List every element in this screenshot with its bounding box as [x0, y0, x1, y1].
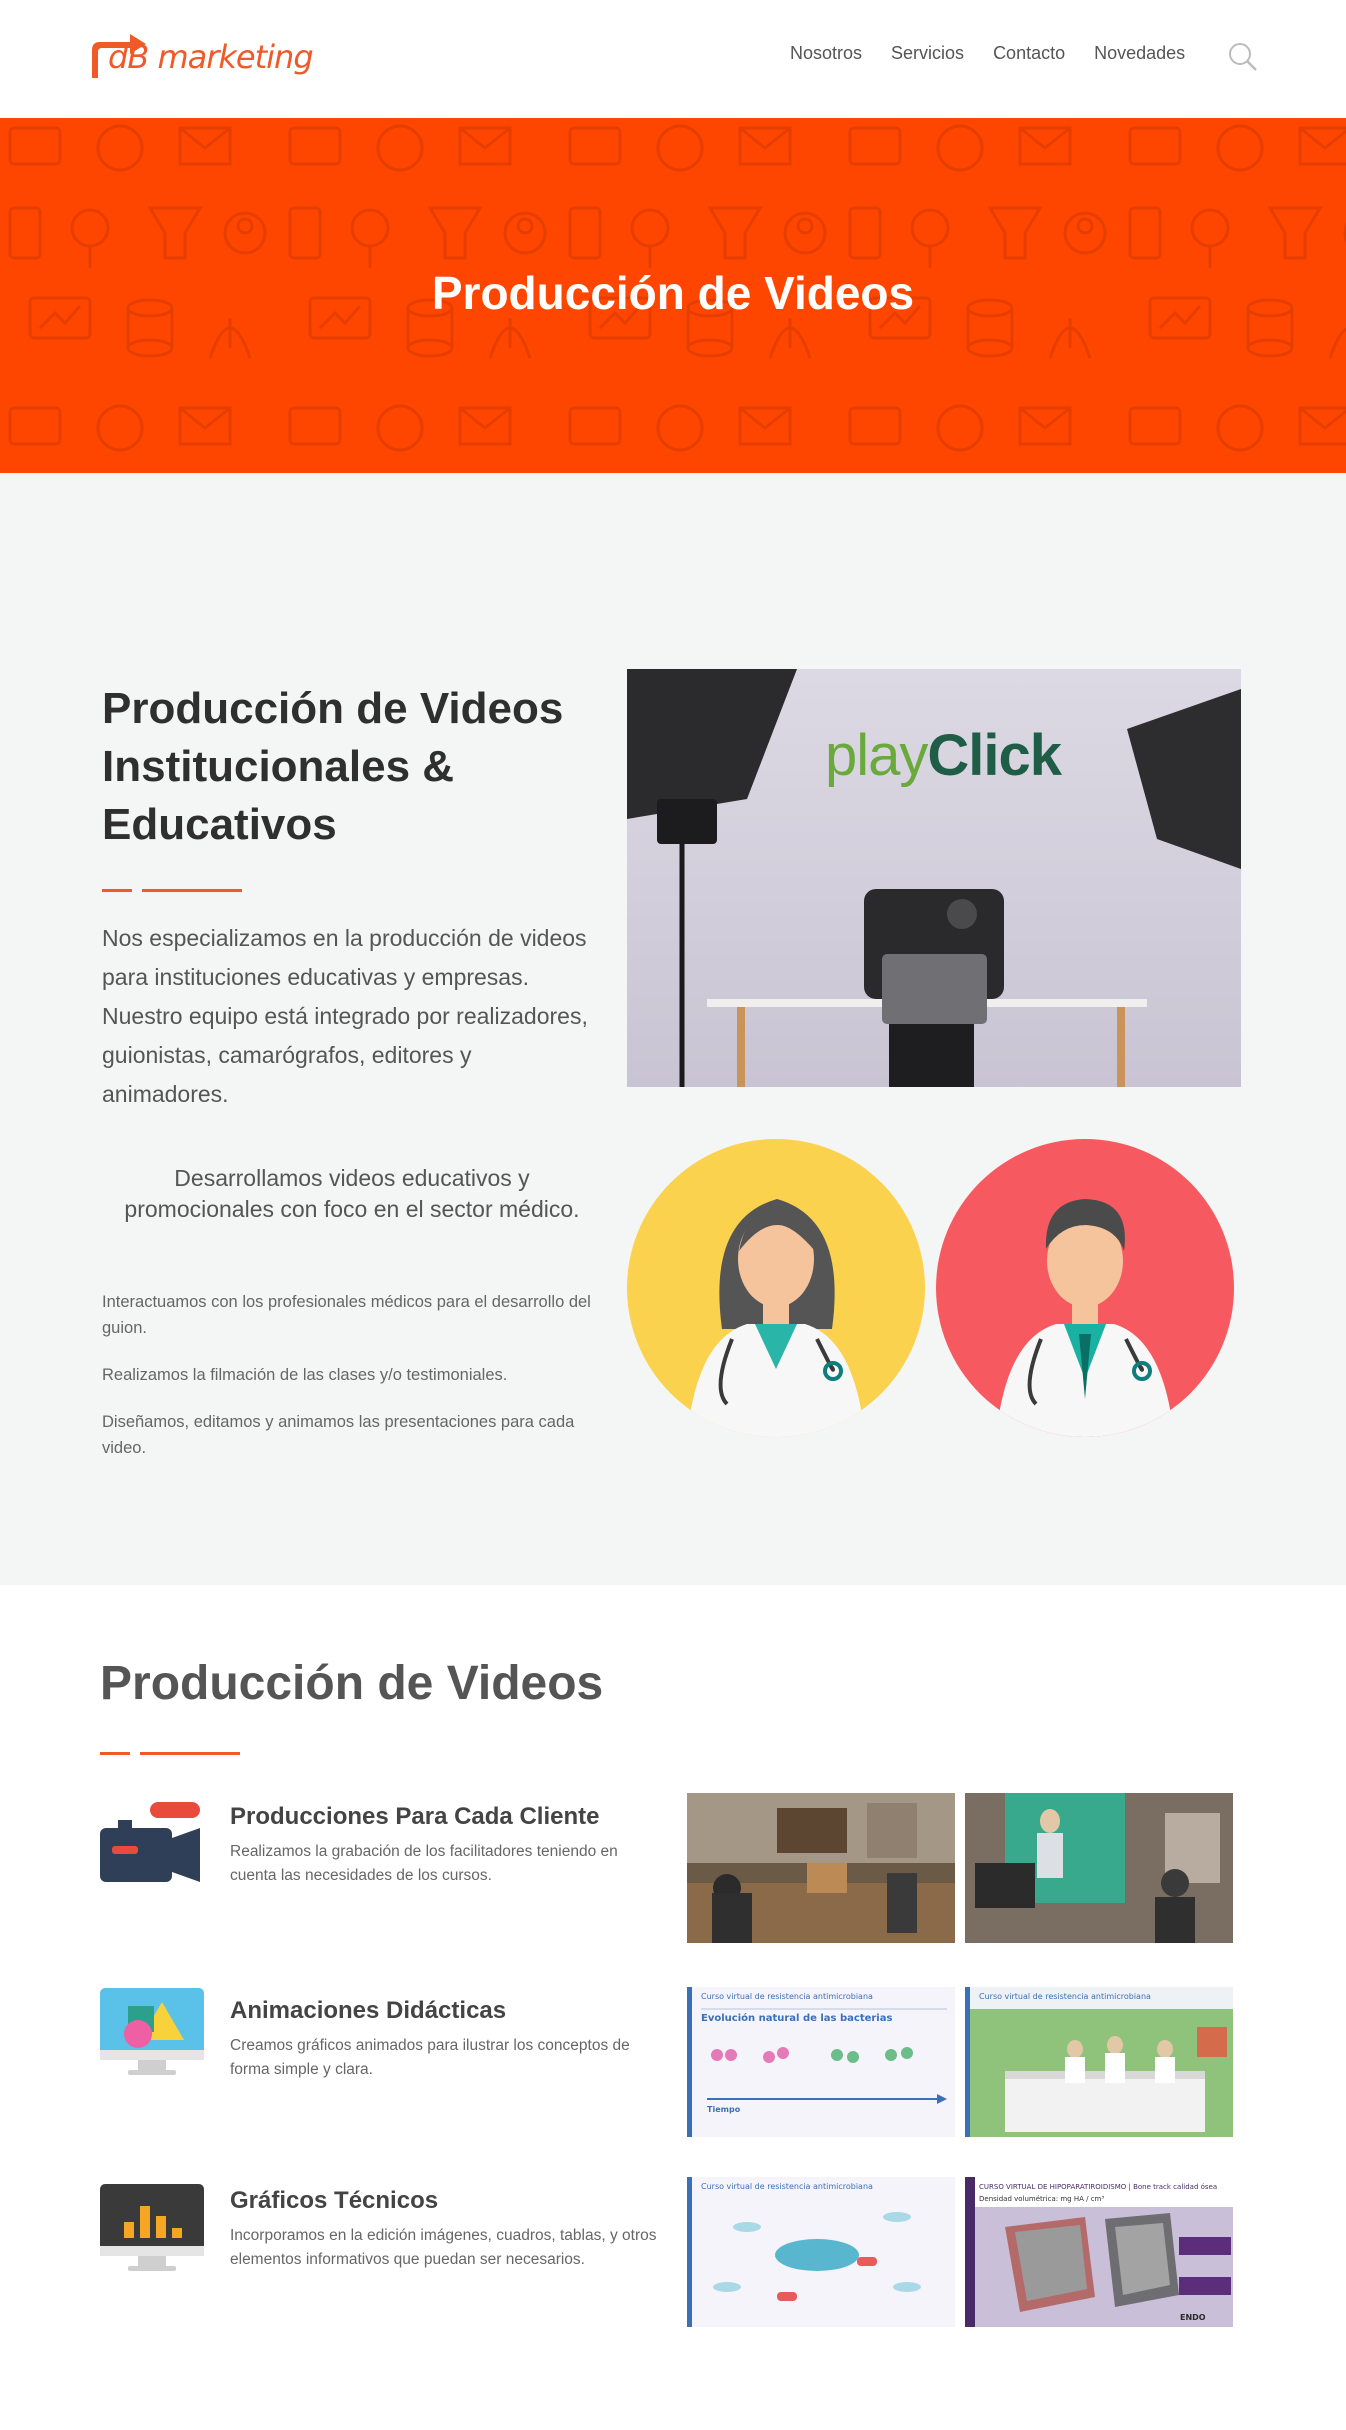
playclick-logo: playClick: [825, 722, 1062, 789]
monitor-shapes-icon: [100, 1988, 204, 2075]
nav-servicios[interactable]: Servicios: [891, 43, 964, 64]
hero-title: Producción de Videos: [431, 267, 915, 319]
title-divider-short: [102, 889, 132, 892]
thumb-bone-density: CURSO VIRTUAL DE HIPOPARATIROIDISMO | Bo…: [965, 2177, 1233, 2327]
feature-desc-2: Creamos gráficos animados para ilustrar …: [230, 2037, 630, 2078]
thumb-endo-label: ENDO: [1180, 2313, 1206, 2322]
intro-point-1: Interactuamos con los profesionales médi…: [102, 1293, 591, 1337]
thumb-shooting-greenscreen: [965, 1793, 1233, 1943]
title-divider-long: [142, 889, 242, 892]
feature-title-1: Producciones Para Cada Cliente: [230, 1803, 600, 1830]
thumb-lab-scene: Curso virtual de resistencia antimicrobi…: [965, 1987, 1233, 2137]
thumb-course-label-1: Curso virtual de resistencia antimicrobi…: [701, 1992, 873, 2001]
thumb-bacteria-evolution: Curso virtual de resistencia antimicrobi…: [687, 1987, 955, 2137]
monitor-chart-icon: [100, 2184, 204, 2271]
feature-desc-3: Incorporamos en la edición imágenes, cua…: [230, 2227, 657, 2268]
feature-title-3: Gráficos Técnicos: [230, 2187, 439, 2214]
logo-text[interactable]: dB marketing: [108, 38, 314, 76]
doctor-female-avatar: [627, 1139, 925, 1437]
thumb-bacteria-illustration: Curso virtual de resistencia antimicrobi…: [687, 2177, 955, 2327]
doctor-male-avatar: [936, 1139, 1234, 1437]
playclick-click: Click: [927, 723, 1062, 788]
playclick-play: play: [825, 723, 928, 788]
thumb-hipo-label: CURSO VIRTUAL DE HIPOPARATIROIDISMO | Bo…: [979, 2183, 1218, 2191]
feature-title-2: Animaciones Didácticas: [230, 1997, 507, 2024]
production-divider-long: [140, 1752, 240, 1755]
intro-lead: Nos especializamos en la producción de v…: [102, 925, 588, 1107]
feature-desc-1: Realizamos la grabación de los facilitad…: [230, 1843, 618, 1884]
intro-subtitle: Desarrollamos videos educativos y promoc…: [124, 1165, 580, 1222]
thumb-time-label: Tiempo: [707, 2105, 741, 2114]
hero-banner: Producción de Videos: [0, 118, 1346, 473]
production-divider-short: [100, 1752, 130, 1755]
thumb-shooting-office: [687, 1793, 955, 1943]
production-title: Producción de Videos: [100, 1657, 604, 1710]
search-icon[interactable]: [1226, 40, 1260, 74]
intro-point-2: Realizamos la filmación de las clases y/…: [102, 1366, 508, 1384]
thumb-density-label: Densidad volumétrica: mg HA / cm³: [979, 2195, 1105, 2203]
thumb-course-label-2: Curso virtual de resistencia antimicrobi…: [979, 1992, 1151, 2001]
site-header: dB marketing Nosotros Servicios Contacto…: [0, 0, 1346, 118]
intro-point-3: Diseñamos, editamos y animamos las prese…: [102, 1413, 575, 1457]
intro-title: Producción de Videos Institucionales & E…: [102, 684, 564, 849]
nav-nosotros[interactable]: Nosotros: [790, 43, 862, 64]
nav-novedades[interactable]: Novedades: [1094, 43, 1185, 64]
thumb-course-label-3: Curso virtual de resistencia antimicrobi…: [701, 2182, 873, 2191]
nav-contacto[interactable]: Contacto: [993, 43, 1065, 64]
thumb-evolution-label: Evolución natural de las bacterias: [701, 2013, 893, 2024]
video-camera-icon: [100, 1802, 200, 1882]
main-nav: Nosotros Servicios Contacto Novedades: [790, 43, 1214, 64]
